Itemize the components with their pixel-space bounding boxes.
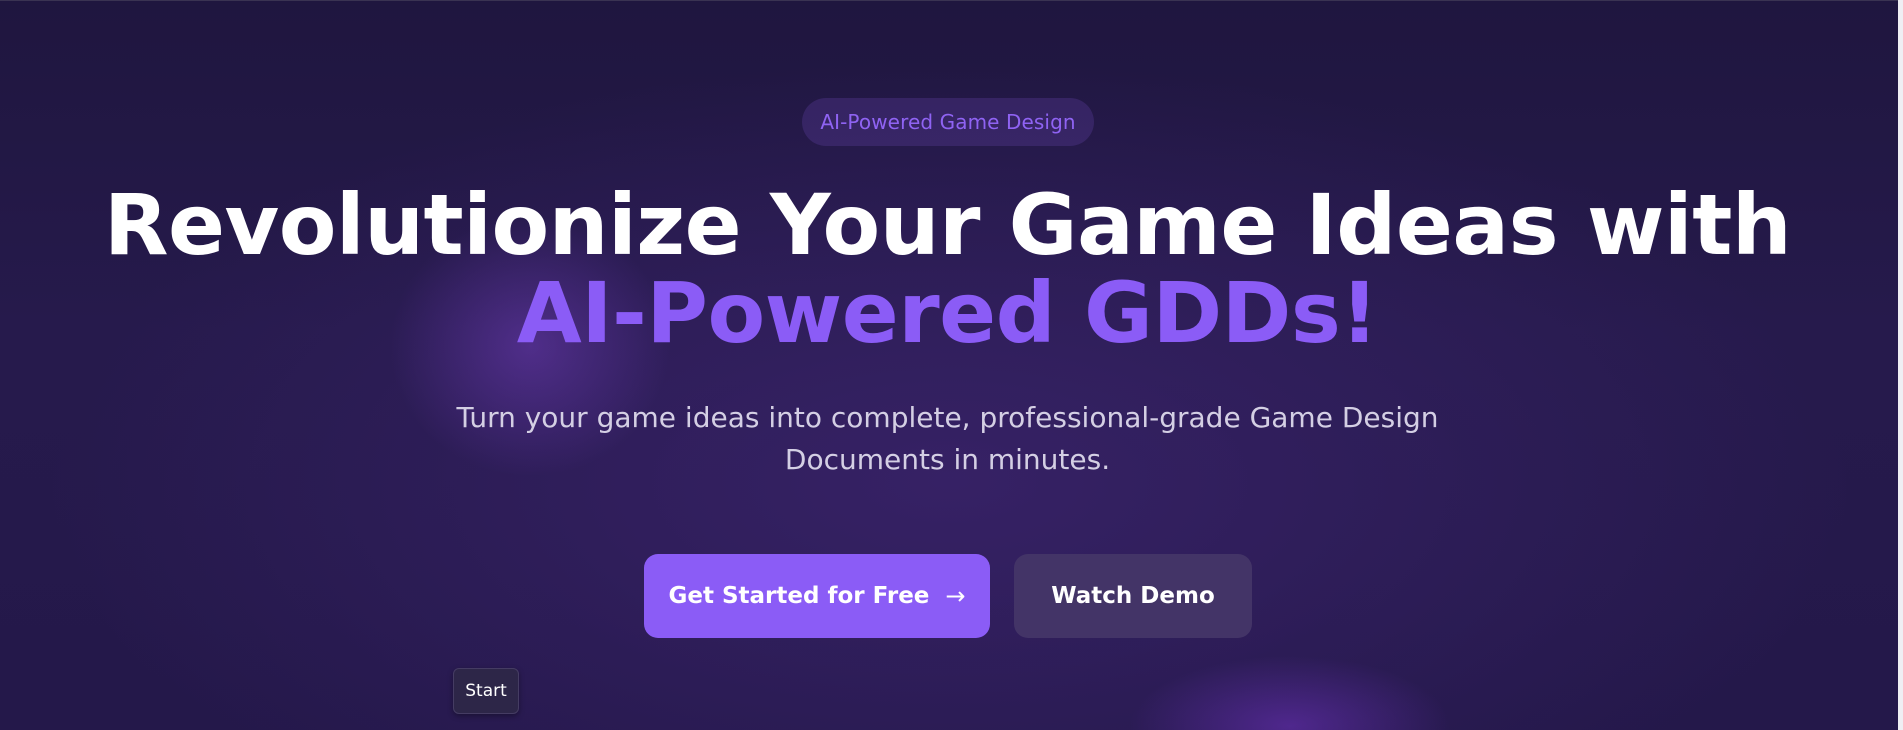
watch-demo-button[interactable]: Watch Demo — [1014, 554, 1252, 638]
get-started-label: Get Started for Free — [668, 583, 930, 609]
watch-demo-label: Watch Demo — [1051, 583, 1215, 609]
tooltip-label: Start — [465, 681, 507, 701]
headline-main-text: Revolutionize Your Game Ideas with — [103, 176, 1792, 274]
start-tooltip: Start — [453, 668, 519, 714]
headline-accent-text: AI-Powered GDDs! — [516, 264, 1379, 362]
get-started-button[interactable]: Get Started for Free → — [644, 554, 990, 638]
hero-section: AI-Powered Game Design Revolutionize You… — [0, 0, 1903, 730]
arrow-right-icon: → — [945, 582, 966, 610]
hero-subtitle: Turn your game ideas into complete, prof… — [456, 401, 1439, 476]
hero-headline: Revolutionize Your Game Ideas with AI-Po… — [60, 181, 1835, 357]
ai-powered-badge: AI-Powered Game Design — [802, 98, 1094, 146]
window-edge — [1898, 0, 1903, 730]
badge-label: AI-Powered Game Design — [820, 110, 1076, 134]
